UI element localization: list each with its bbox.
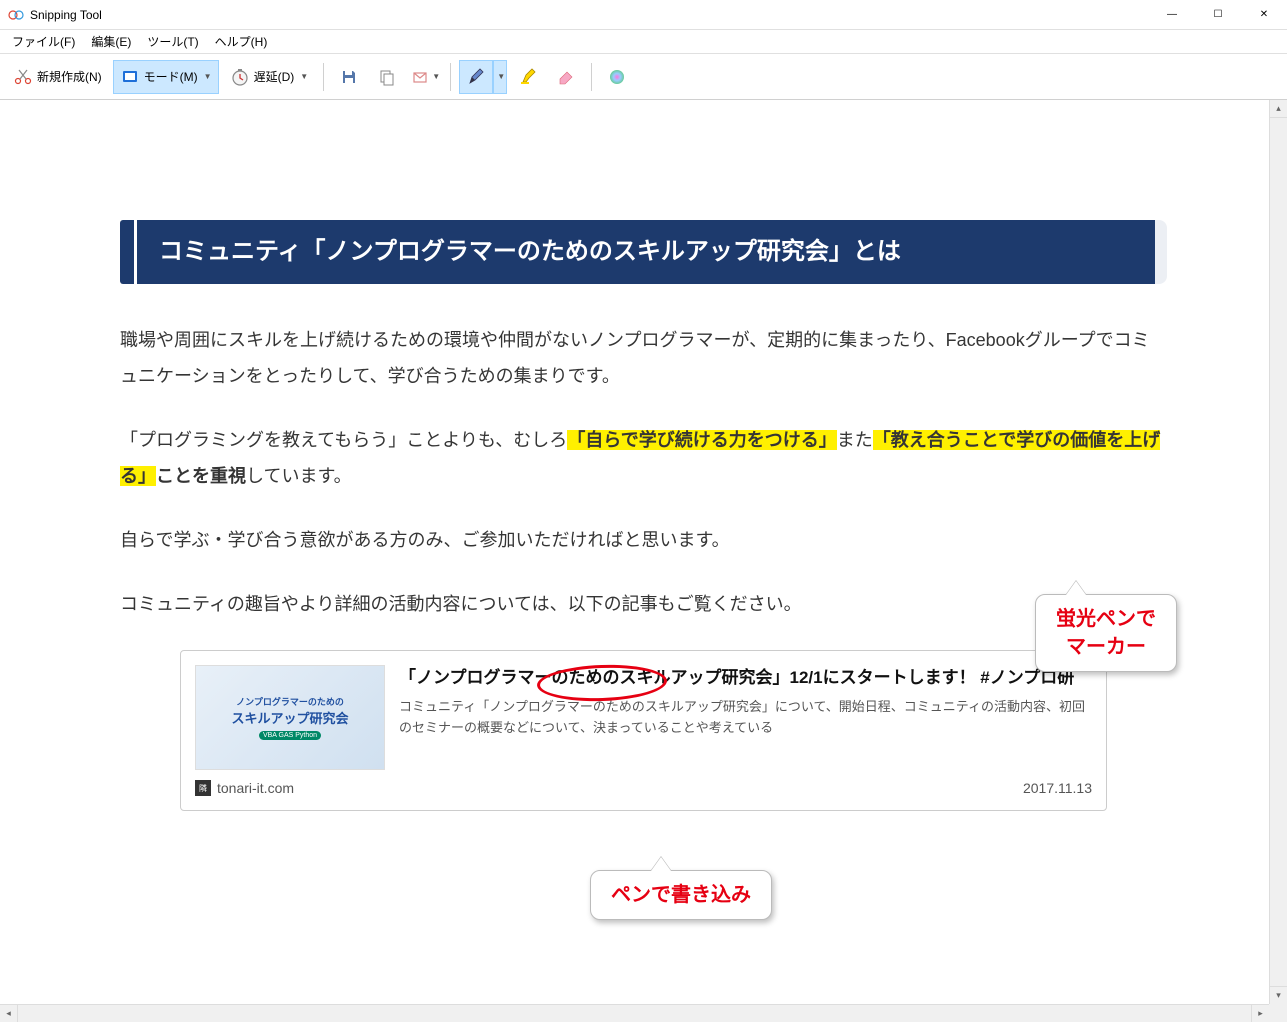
scroll-down-button[interactable]: ▾ [1270, 986, 1287, 1004]
card-source: 隣 tonari-it.com [195, 780, 294, 796]
card-title: 「ノンプログラマーのためのスキルアップ研究会」12/1にスタートします！ #ノン… [399, 665, 1092, 691]
scroll-right-button[interactable]: ▸ [1251, 1005, 1269, 1022]
menu-help[interactable]: ヘルプ(H) [207, 31, 276, 52]
mode-button[interactable]: モード(M) ▼ [113, 60, 219, 94]
para2-pre: 「プログラミングを教えてもらう」ことよりも、むしろ [120, 430, 567, 450]
menubar: ファイル(F) 編集(E) ツール(T) ヘルプ(H) [0, 30, 1287, 54]
para2-post: ことを重視 [156, 466, 246, 486]
minimize-button[interactable]: — [1149, 0, 1195, 30]
titlebar: Snipping Tool — ☐ ✕ [0, 0, 1287, 30]
chevron-down-icon: ▼ [432, 72, 440, 81]
callout-marker-line1: 蛍光ペンで [1056, 605, 1156, 633]
card-date: 2017.11.13 [1023, 780, 1092, 796]
separator [450, 63, 451, 91]
source-icon: 隣 [195, 780, 211, 796]
heading-text: コミュニティ「ノンプログラマーのためのスキルアップ研究会」とは [137, 220, 1155, 284]
highlight-1: 「自らで学び続ける力をつける」 [567, 430, 836, 450]
heading-block: コミュニティ「ノンプログラマーのためのスキルアップ研究会」とは [120, 220, 1167, 284]
chevron-down-icon: ▼ [497, 72, 505, 81]
app-title: Snipping Tool [30, 8, 102, 22]
maximize-button[interactable]: ☐ [1195, 0, 1241, 30]
toolbar: 新規作成(N) モード(M) ▼ 遅延(D) ▼ ▼ [0, 54, 1287, 100]
vertical-scrollbar[interactable]: ▴ ▾ [1269, 100, 1287, 1004]
chevron-down-icon: ▼ [300, 72, 308, 81]
separator [591, 63, 592, 91]
highlighter-icon [518, 67, 538, 87]
delay-label: 遅延(D) [254, 68, 295, 85]
paragraph-2: 「プログラミングを教えてもらう」ことよりも、むしろ「自らで学び続ける力をつける」… [120, 422, 1167, 494]
eraser-button[interactable] [549, 60, 583, 94]
copy-button[interactable] [370, 60, 404, 94]
para2-end: しています。 [246, 466, 352, 486]
paragraph-3: 自らで学ぶ・学び合う意欲がある方のみ、ご参加いただければと思います。 [120, 522, 1167, 558]
send-button[interactable]: ▼ [408, 60, 442, 94]
thumb-line1: ノンプログラマーのための [236, 695, 344, 708]
pen-icon [466, 67, 486, 87]
scroll-corner [1269, 1004, 1287, 1022]
callout-marker-line2: マーカー [1056, 633, 1156, 661]
window-controls: — ☐ ✕ [1149, 0, 1287, 30]
new-snip-label: 新規作成(N) [37, 68, 102, 85]
mode-label: モード(M) [144, 68, 198, 85]
thumb-line2: スキルアップ研究会 [231, 708, 348, 727]
link-card[interactable]: ノンプログラマーのための スキルアップ研究会 VBA GAS Python 「ノ… [180, 650, 1107, 811]
separator [323, 63, 324, 91]
para2-mid: また [837, 430, 873, 450]
scroll-up-button[interactable]: ▴ [1270, 100, 1287, 118]
eraser-icon [556, 67, 576, 87]
callout-pen: ペンで書き込み [590, 870, 772, 920]
paint3d-button[interactable] [600, 60, 634, 94]
chevron-down-icon: ▼ [204, 72, 212, 81]
card-source-text: tonari-it.com [217, 780, 294, 796]
copy-icon [377, 67, 397, 87]
clock-icon [230, 67, 250, 87]
pen-button[interactable] [459, 60, 493, 94]
menu-tools[interactable]: ツール(T) [139, 31, 206, 52]
card-description: コミュニティ「ノンプログラマーのためのスキルアップ研究会」について、開始日程、コ… [399, 697, 1092, 739]
highlighter-button[interactable] [511, 60, 545, 94]
canvas-area[interactable]: コミュニティ「ノンプログラマーのためのスキルアップ研究会」とは 職場や周囲にスキ… [0, 100, 1287, 1002]
paragraph-4: コミュニティの趣旨やより詳細の活動内容については、以下の記事もご覧ください。 [120, 586, 1167, 622]
new-snip-button[interactable]: 新規作成(N) [6, 60, 109, 94]
card-thumbnail: ノンプログラマーのための スキルアップ研究会 VBA GAS Python [195, 665, 385, 770]
menu-edit[interactable]: 編集(E) [83, 31, 139, 52]
thumb-badge: VBA GAS Python [259, 731, 321, 740]
paragraph-1: 職場や周囲にスキルを上げ続けるための環境や仲間がないノンプログラマーが、定期的に… [120, 322, 1167, 394]
menu-file[interactable]: ファイル(F) [4, 31, 83, 52]
app-icon [8, 7, 24, 23]
horizontal-scrollbar[interactable]: ◂ ▸ [0, 1004, 1269, 1022]
save-icon [339, 67, 359, 87]
delay-button[interactable]: 遅延(D) ▼ [223, 60, 316, 94]
mode-icon [120, 67, 140, 87]
save-button[interactable] [332, 60, 366, 94]
callout-marker: 蛍光ペンで マーカー [1035, 594, 1177, 672]
callout-pen-text: ペンで書き込み [611, 884, 751, 906]
close-button[interactable]: ✕ [1241, 0, 1287, 30]
scroll-left-button[interactable]: ◂ [0, 1005, 18, 1022]
scissors-icon [13, 67, 33, 87]
paint3d-icon [607, 67, 627, 87]
mail-icon [410, 67, 430, 87]
pen-dropdown[interactable]: ▼ [493, 60, 507, 94]
